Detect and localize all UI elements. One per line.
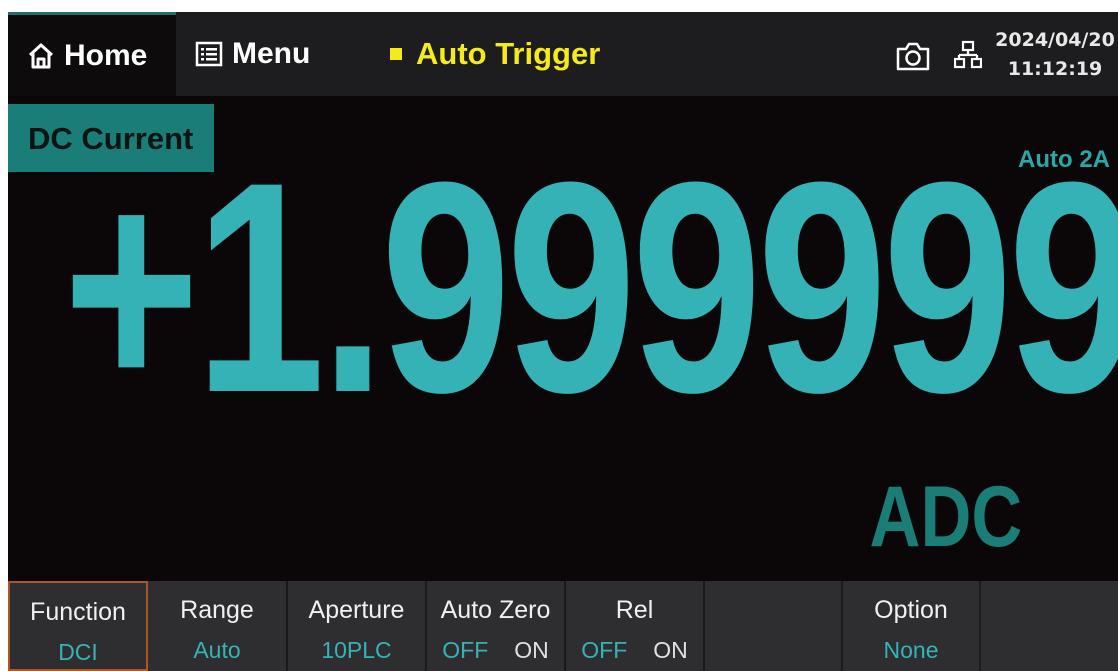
measurement-unit: ADC: [869, 469, 1022, 565]
option-on: ON: [514, 637, 549, 663]
menu-icon: [194, 39, 224, 69]
option-off: OFF: [581, 637, 628, 663]
option-off: OFF: [442, 637, 489, 663]
softkey-auto-zero[interactable]: Auto Zero OFF ON: [427, 581, 566, 671]
softkey-rel[interactable]: Rel OFF ON: [566, 581, 705, 671]
camera-icon[interactable]: [895, 40, 931, 72]
softkey-empty[interactable]: [981, 581, 1118, 671]
softkey-title: Rel: [615, 596, 654, 624]
softkey-title: Function: [30, 598, 126, 626]
home-icon: [26, 41, 56, 71]
menu-label: Menu: [232, 37, 311, 70]
softkey-range[interactable]: Range Auto: [148, 581, 288, 671]
trigger-indicator: [390, 48, 402, 60]
softkey-option[interactable]: Option None: [843, 581, 981, 671]
softkey-empty[interactable]: [705, 581, 843, 671]
home-tab[interactable]: Home: [8, 12, 176, 96]
date-text: 2024/04/20: [995, 29, 1115, 51]
softkey-title: Aperture: [308, 596, 405, 624]
measurement-reading: +1.999999: [63, 119, 1118, 455]
softkey-aperture[interactable]: Aperture 10PLC: [288, 581, 427, 671]
multimeter-screen: Home Menu Auto Trigger 2024/04/20 11:12:…: [8, 12, 1118, 671]
trigger-status[interactable]: Auto Trigger: [390, 12, 600, 96]
softkey-value: Auto: [193, 637, 241, 663]
option-on: ON: [653, 637, 688, 663]
top-bar: Home Menu Auto Trigger 2024/04/20 11:12:…: [8, 12, 1118, 96]
softkey-value: 10PLC: [321, 637, 392, 663]
trigger-label: Auto Trigger: [416, 36, 601, 71]
time-text: 11:12:19: [1007, 58, 1103, 80]
softkey-title: Auto Zero: [440, 596, 551, 624]
network-icon: [953, 40, 983, 70]
softkey-value: DCI: [58, 639, 98, 665]
softkey-function[interactable]: Function DCI: [8, 581, 148, 671]
menu-tab[interactable]: Menu: [176, 12, 376, 96]
softkey-value: None: [883, 637, 939, 663]
softkey-title: Range: [180, 596, 254, 624]
clock: 2024/04/20 11:12:19: [990, 26, 1118, 84]
home-label: Home: [64, 38, 148, 72]
softkey-title: Option: [874, 596, 948, 624]
softkey-bar: Function DCI Range Auto Aperture 10PLC A…: [8, 581, 1118, 671]
